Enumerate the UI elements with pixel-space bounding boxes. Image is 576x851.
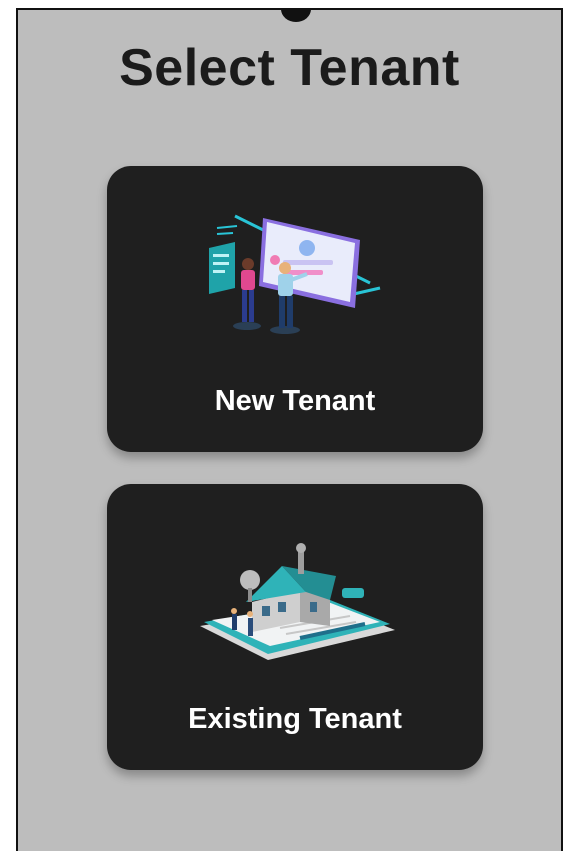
existing-tenant-label: Existing Tenant (188, 703, 402, 735)
existing-tenant-card[interactable]: Existing Tenant (107, 484, 483, 770)
page-title: Select Tenant (119, 39, 460, 97)
house-on-clipboard-illustration-icon (200, 543, 395, 660)
screen: Select Tenant New Tenant Existing Tenant (16, 8, 563, 851)
new-tenant-label: New Tenant (214, 385, 376, 417)
new-tenant-card[interactable]: New Tenant (107, 166, 483, 452)
onboarding-illustration-icon (209, 214, 381, 334)
camera-notch (281, 10, 311, 22)
